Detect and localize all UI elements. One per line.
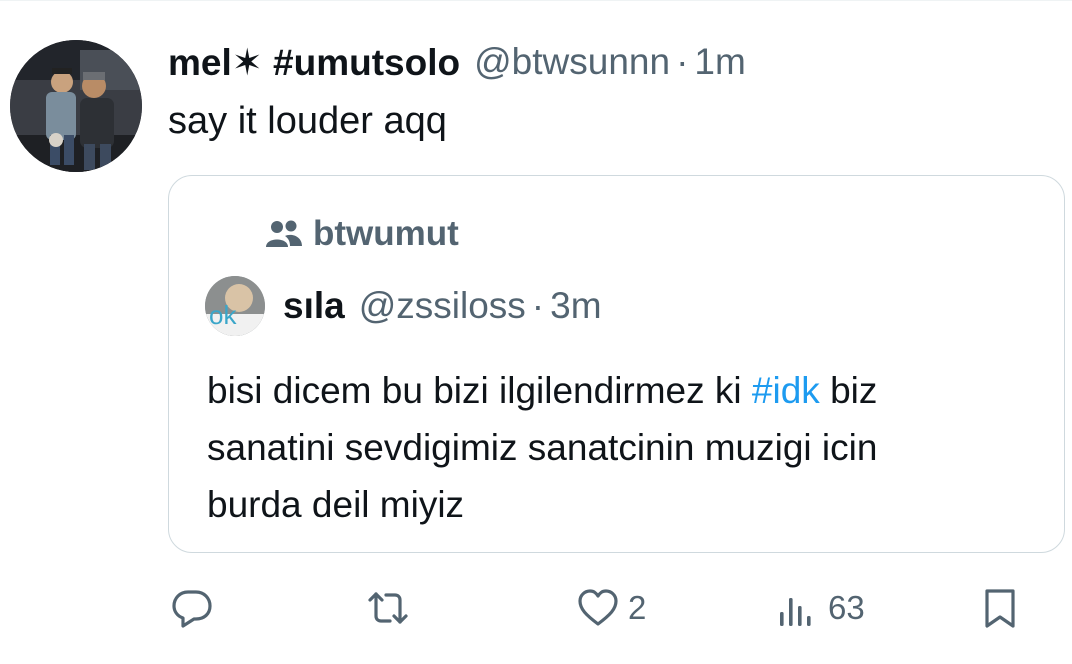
tweet-timestamp[interactable]: 1m	[694, 41, 745, 83]
quoted-author-avatar[interactable]: ok	[205, 276, 265, 336]
quoted-author-handle[interactable]: @zssiloss	[359, 285, 526, 327]
hashtag-link[interactable]: #idk	[752, 370, 820, 411]
quoted-tweet-timestamp[interactable]: 3m	[550, 285, 601, 327]
author-handle[interactable]: @btwsunnn	[474, 41, 670, 83]
quoted-text-line: bisi dicem bu bizi ilgilendirmez ki #idk…	[207, 362, 877, 419]
author-avatar[interactable]	[10, 40, 142, 172]
quoted-author-display-name[interactable]: sıla	[283, 285, 345, 327]
retweet-icon	[368, 592, 408, 624]
quoted-text-segment: biz	[819, 370, 878, 411]
tweet-header: mel✶ #umutsolo @btwsunnn · 1m	[168, 38, 746, 86]
tweet-text: say it louder aqq	[168, 100, 447, 142]
author-display-name[interactable]: mel✶ #umutsolo	[168, 41, 460, 84]
bookmark-button[interactable]	[978, 580, 1022, 636]
views-icon	[780, 598, 811, 626]
tweet-action-bar: 2 63	[0, 580, 1072, 640]
quoted-tweet-header: ok sıla @zssiloss · 3m	[205, 276, 602, 336]
heart-icon	[578, 589, 618, 626]
community-label[interactable]: btwumut	[265, 214, 459, 254]
retweet-button[interactable]	[366, 580, 418, 636]
reply-button[interactable]	[170, 580, 222, 636]
top-divider	[0, 0, 1072, 1]
views-count: 63	[828, 589, 865, 626]
separator-dot: ·	[676, 41, 689, 82]
community-icon	[266, 220, 302, 247]
quoted-text-line: burda deil miyiz	[207, 484, 465, 525]
like-button[interactable]: 2	[576, 580, 646, 636]
avatar-ok-text: ok	[209, 300, 237, 330]
views-button[interactable]: 63	[776, 580, 865, 636]
like-count: 2	[628, 589, 647, 626]
quoted-text-line: sanatini sevdigimiz sanatcinin muzigi ic…	[207, 427, 878, 468]
reply-icon	[172, 590, 212, 628]
quoted-text-segment: bisi dicem bu bizi ilgilendirmez ki	[207, 370, 752, 411]
separator-dot: ·	[531, 285, 545, 326]
quoted-tweet-card[interactable]: btwumut ok sıla @zssiloss · 3m bisi dice…	[168, 175, 1065, 553]
bookmark-icon	[985, 589, 1015, 628]
community-name: btwumut	[313, 214, 459, 253]
quoted-tweet-text: bisi dicem bu bizi ilgilendirmez ki #idk…	[207, 362, 877, 533]
